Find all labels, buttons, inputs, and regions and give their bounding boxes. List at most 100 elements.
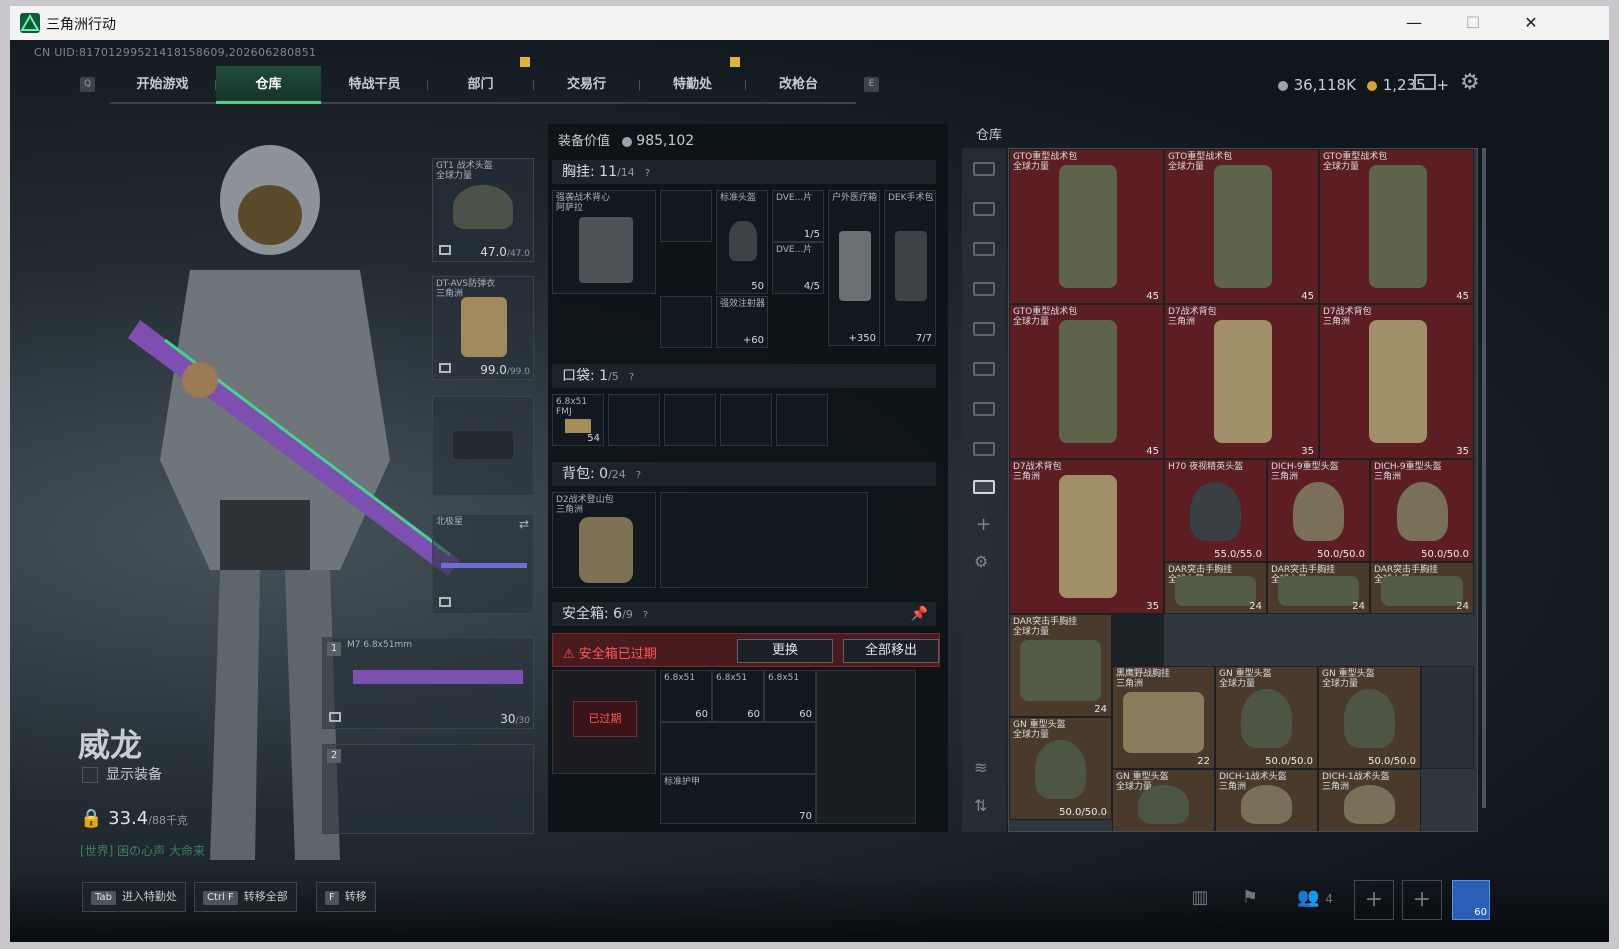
rig-cell[interactable] — [660, 296, 712, 348]
add-page-icon[interactable]: + — [976, 514, 991, 535]
pocket-cell[interactable] — [608, 394, 660, 446]
safebox-cell[interactable]: 6.8x51 60 — [712, 670, 764, 722]
melee-slot[interactable]: 北极星 ⇄ — [432, 514, 534, 614]
world-chat-line[interactable]: [世界] 困の心声 大命来 — [80, 842, 205, 859]
swap-icon[interactable]: ⇄ — [519, 517, 529, 531]
warehouse-item[interactable]: DICH-9重型头盔 三角洲 50.0/50.0 — [1370, 459, 1474, 562]
warehouse-scrollbar[interactable] — [1482, 148, 1486, 808]
invite-slot-button[interactable]: + — [1402, 880, 1442, 920]
tab-warehouse[interactable]: 仓库 — [216, 66, 321, 104]
warehouse-item[interactable]: DAR突击手胸挂 全球力量24 — [1267, 562, 1370, 614]
warehouse-item[interactable]: DICH-9重型头盔 三角洲 50.0/50.0 — [1267, 459, 1370, 562]
help-icon[interactable]: ? — [629, 366, 634, 390]
chest-rig-slot[interactable]: 强袭战术背心 阿萨拉 — [552, 190, 656, 294]
pocket-cell[interactable] — [776, 394, 828, 446]
flag-icon[interactable]: ⚑ — [1236, 884, 1264, 912]
tab-operators[interactable]: 特战干员 — [322, 66, 427, 104]
invite-slot-button[interactable]: + — [1354, 880, 1394, 920]
pocket-cell[interactable] — [720, 394, 772, 446]
rig-cell-medkit[interactable]: 户外医疗箱 +350 — [828, 190, 880, 346]
warehouse-item[interactable]: D7战术背包 三角洲 35 — [1164, 304, 1319, 459]
close-button[interactable]: ✕ — [1508, 6, 1554, 40]
weapon-filter-icon[interactable] — [973, 402, 995, 416]
weapon-filter-icon[interactable] — [973, 242, 995, 256]
checkbox[interactable] — [82, 767, 98, 783]
move-all-button[interactable]: 全部移出 — [843, 639, 939, 663]
warehouse-item[interactable]: GN 重型头盔 全球力量 50.0/50.0 — [1215, 666, 1318, 769]
all-items-filter-icon[interactable] — [973, 480, 995, 494]
weapon-filter-icon[interactable] — [973, 362, 995, 376]
replace-button[interactable]: 更换 — [737, 639, 833, 663]
rig-cell-surgery-kit[interactable]: DEK手术包 7/7 — [884, 190, 936, 346]
warehouse-item[interactable]: D7战术背包 三角洲 35 — [1319, 304, 1474, 459]
pocket-cell[interactable] — [664, 394, 716, 446]
help-icon[interactable]: ? — [636, 464, 641, 488]
weapon-filter-icon[interactable] — [973, 442, 995, 456]
warehouse-item[interactable]: GN 重型头盔 全球力量 — [1112, 769, 1215, 831]
ammo-filter-icon[interactable] — [973, 282, 995, 296]
pin-icon[interactable]: 📌 — [911, 602, 928, 626]
warehouse-empty-cell[interactable] — [1112, 614, 1164, 666]
warehouse-item[interactable]: GTO重型战术包 全球力量 45 — [1009, 149, 1164, 304]
warehouse-item[interactable]: GTO重型战术包 全球力量 45 — [1009, 304, 1164, 459]
show-equipment-toggle[interactable]: 显示装备 — [82, 764, 162, 784]
warehouse-item[interactable]: GN 重型头盔 全球力量 50.0/50.0 — [1318, 666, 1421, 769]
nav-key-q[interactable]: Q — [80, 77, 95, 92]
warehouse-item[interactable]: D7战术背包 三角洲 35 — [1009, 459, 1164, 614]
backpack-slot[interactable]: D2战术登山包 三角洲 — [552, 492, 656, 588]
rig-cell-plate[interactable]: DVE...片 4/5 — [772, 242, 824, 294]
warehouse-item[interactable]: DAR突击手胸挂 全球力量24 — [1009, 614, 1112, 717]
layers-icon[interactable]: ≋ — [974, 758, 987, 777]
safebox-slot[interactable]: 已过期 — [552, 670, 656, 774]
safebox-cell[interactable]: 6.8x51 60 — [764, 670, 816, 722]
warehouse-item[interactable]: GTO重型战术包 全球力量 45 — [1319, 149, 1474, 304]
sort-icon[interactable]: ⇅ — [974, 796, 987, 815]
rig-cell-helmet[interactable]: 标准头盔 50 — [716, 190, 768, 294]
add-currency-button[interactable]: + — [1436, 76, 1449, 94]
hotkey-transfer[interactable]: F 转移 — [316, 882, 376, 912]
secondary-weapon-slot[interactable]: 2 — [322, 744, 534, 834]
armor-slot[interactable]: DT-AVS防弹衣 三角洲 99.0/99.0 — [432, 276, 534, 380]
backpack-grid[interactable] — [660, 492, 868, 588]
rig-cell-plate[interactable]: DVE...片 1/5 — [772, 190, 824, 242]
warehouse-item[interactable]: GTO重型战术包 全球力量 45 — [1164, 149, 1319, 304]
warehouse-item[interactable]: DICH-1战术头盔 三角洲 — [1318, 769, 1421, 831]
tab-trading[interactable]: 交易行 — [534, 66, 639, 104]
warehouse-item[interactable]: DICH-1战术头盔 三角洲 — [1215, 769, 1318, 831]
hotkey-special-ops[interactable]: Tab 进入特勤处 — [82, 882, 186, 912]
help-icon[interactable]: ? — [645, 162, 650, 186]
tab-start-game[interactable]: 开始游戏 — [110, 66, 215, 104]
hotkey-transfer-all[interactable]: Ctrl F 转移全部 — [194, 882, 297, 912]
warehouse-item[interactable]: H70 夜视精英头盔 55.0/55.0 — [1164, 459, 1267, 562]
safebox-cell[interactable] — [660, 722, 816, 774]
pistol-slot[interactable] — [432, 396, 534, 496]
weapon-filter-icon[interactable] — [973, 322, 995, 336]
help-icon[interactable]: ? — [643, 604, 648, 628]
mail-icon[interactable] — [1414, 74, 1436, 90]
settings-gear-icon[interactable]: ⚙ — [1460, 70, 1480, 95]
helmet-slot[interactable]: GT1 战术头盔 全球力量 47.0/47.0 — [432, 158, 534, 262]
warehouse-settings-icon[interactable]: ⚙ — [974, 552, 988, 571]
maximize-button[interactable]: ☐ — [1450, 6, 1496, 40]
stats-icon[interactable]: ▥ — [1186, 884, 1214, 912]
player-avatar[interactable]: 60 — [1452, 880, 1490, 920]
rig-cell-injector[interactable]: 强效注射器 +60 — [716, 296, 768, 348]
safebox-cell[interactable]: 6.8x51 60 — [660, 670, 712, 722]
safebox-armor-cell[interactable]: 标准护甲 70 — [660, 774, 816, 824]
minimize-button[interactable]: — — [1391, 6, 1437, 40]
pocket-cell[interactable]: 6.8x51 FMJ 54 — [552, 394, 604, 446]
tab-special-ops[interactable]: 特勤处 — [640, 66, 745, 104]
warehouse-item[interactable]: GN 重型头盔 全球力量 50.0/50.0 — [1009, 717, 1112, 820]
weapon-filter-icon[interactable] — [973, 202, 995, 216]
warehouse-item[interactable]: DAR突击手胸挂 全球力量24 — [1370, 562, 1474, 614]
primary-weapon-slot[interactable]: 1 M7 6.8x51mm 30/30 — [322, 637, 534, 729]
warehouse-empty-cell[interactable] — [1421, 666, 1474, 769]
warehouse-item[interactable]: 黑鹰野战胸挂 三角洲 22 — [1112, 666, 1215, 769]
warehouse-item[interactable]: DAR突击手胸挂 全球力量24 — [1164, 562, 1267, 614]
squad-icon[interactable]: 👥 4 — [1290, 884, 1340, 912]
rig-cell[interactable] — [660, 190, 712, 242]
tab-gunsmith[interactable]: 改枪台 — [746, 66, 851, 104]
nav-key-e[interactable]: E — [864, 77, 879, 92]
helmet-filter-icon[interactable] — [973, 162, 995, 176]
tab-department[interactable]: 部门 — [428, 66, 533, 104]
